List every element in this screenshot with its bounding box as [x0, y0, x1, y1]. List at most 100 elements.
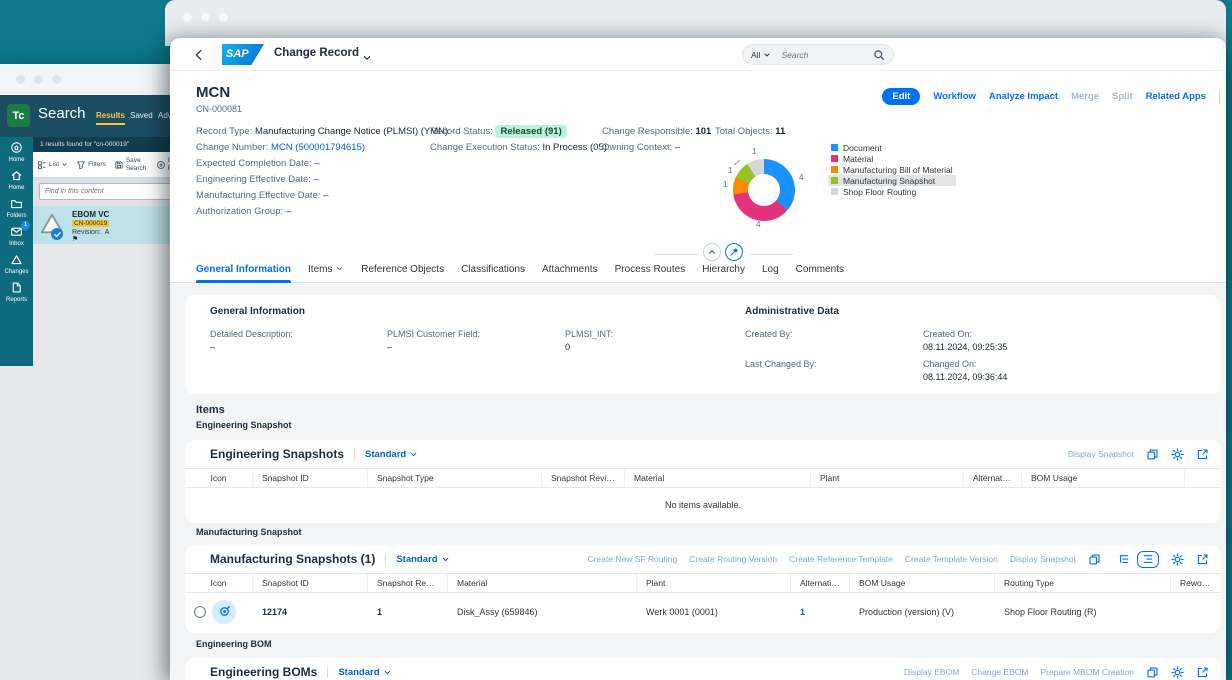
related-apps-button[interactable]: Related Apps	[1146, 91, 1206, 102]
copy-icon[interactable]	[1146, 666, 1159, 679]
col-alternative[interactable]: Alternative ...	[791, 574, 850, 592]
app-title-menu[interactable]: Change Record	[274, 47, 359, 59]
tab-comments[interactable]: Comments	[796, 258, 844, 283]
legend-item-document[interactable]: Document	[828, 142, 956, 153]
col-routing-type[interactable]: Routing Type	[995, 574, 1171, 592]
col-icon[interactable]: Icon	[185, 469, 253, 487]
export-icon[interactable]	[1196, 553, 1209, 566]
col-empty	[1185, 469, 1221, 487]
split-button[interactable]: Split	[1112, 91, 1133, 102]
field-created-on: Created On:08.11.2024, 09:25:35	[923, 329, 1007, 352]
change-ebom-button[interactable]: Change EBOM	[971, 667, 1028, 677]
tc-tab-saved[interactable]: Saved	[130, 111, 153, 120]
col-plant[interactable]: Plant	[637, 574, 791, 592]
create-routing-version-button[interactable]: Create Routing Version	[689, 554, 777, 564]
col-alternative[interactable]: Alternative ...	[964, 469, 1022, 487]
settings-gear-icon[interactable]	[1171, 666, 1184, 679]
facet-eng-effective: Engineering Effective Date: –	[196, 172, 448, 188]
col-snapshot-revision[interactable]: Snapshot Revision	[542, 469, 625, 487]
teamcenter-logo: Tc	[7, 104, 30, 127]
tc-filters-button[interactable]: Filters	[72, 152, 110, 177]
tc-search-header: Tc Search Results Saved Advanced	[0, 95, 178, 137]
analyze-impact-button[interactable]: Analyze Impact	[989, 91, 1058, 102]
tc-tab-results[interactable]: Results	[96, 111, 125, 125]
merge-button[interactable]: Merge	[1071, 91, 1099, 102]
col-material[interactable]: Material	[625, 469, 811, 487]
tab-attachments[interactable]: Attachments	[542, 258, 598, 283]
rail-item-folders[interactable]: Folders	[0, 193, 33, 221]
back-button[interactable]	[192, 46, 206, 64]
facet-column-4: Total Objects: 11	[715, 124, 785, 140]
tab-classifications[interactable]: Classifications	[461, 258, 525, 283]
workflow-button[interactable]: Workflow	[933, 91, 976, 102]
label-leader-line	[734, 160, 741, 166]
find-in-content-input[interactable]	[39, 183, 172, 200]
display-ebom-button[interactable]: Display EBOM	[904, 667, 959, 677]
rail-item-changes[interactable]: Changes	[0, 249, 33, 277]
create-new-sf-routing-button[interactable]: Create New SF Routing	[587, 554, 677, 564]
snapshot-icon	[212, 600, 236, 624]
ms-display-snapshot-button[interactable]: Display Snapshot	[1010, 554, 1076, 564]
col-snapshot-revision[interactable]: Snapshot Revision	[368, 574, 448, 592]
col-snapshot-id[interactable]: Snapshot ID	[253, 469, 368, 487]
col-icon[interactable]: Icon	[185, 574, 253, 592]
tab-items[interactable]: Items	[308, 258, 344, 283]
row-radio-button[interactable]	[194, 606, 206, 618]
create-reference-template-button[interactable]: Create Reference Template	[789, 554, 893, 564]
tc-view-selector[interactable]: List	[33, 152, 72, 177]
tab-log[interactable]: Log	[762, 258, 779, 283]
col-material[interactable]: Material	[448, 574, 637, 592]
legend-item-mfg-snapshot[interactable]: Manufacturing Snapshot	[828, 175, 956, 186]
rail-item-home[interactable]: Home	[0, 165, 33, 193]
facet-expected-completion: Expected Completion Date: –	[196, 156, 448, 172]
change-number-link[interactable]: MCN (500001794615)	[271, 142, 365, 153]
col-bom-usage[interactable]: BOM Usage	[1022, 469, 1185, 487]
rail-item-home-active[interactable]: Home	[0, 137, 33, 165]
cell-plant: Werk 0001 (0001)	[637, 607, 791, 617]
tab-reference-objects[interactable]: Reference Objects	[361, 258, 444, 283]
chevron-down-icon	[763, 51, 771, 59]
shell-search-input[interactable]	[781, 50, 873, 60]
copy-icon[interactable]	[1146, 448, 1159, 461]
tab-hierarchy[interactable]: Hierarchy	[702, 258, 745, 283]
col-bom-usage[interactable]: BOM Usage	[850, 574, 995, 592]
legend-item-mbom[interactable]: Manufacturing Bill of Material	[828, 164, 956, 175]
shell-search-bar[interactable]: All	[742, 44, 894, 65]
search-scope-selector[interactable]: All	[751, 50, 760, 60]
col-snapshot-type[interactable]: Snapshot Type	[368, 469, 542, 487]
flat-view-button[interactable]	[1137, 551, 1159, 568]
edit-button[interactable]: Edit	[882, 88, 920, 105]
settings-gear-icon[interactable]	[1171, 553, 1184, 566]
settings-gear-icon[interactable]	[1171, 448, 1184, 461]
tree-view-button[interactable]	[1113, 551, 1135, 568]
tab-process-routes[interactable]: Process Routes	[615, 258, 686, 283]
export-icon[interactable]	[1196, 666, 1209, 679]
ms-variant-selector[interactable]: Standard	[385, 554, 449, 565]
engineering-snapshots-table: Engineering Snapshots Standard Display S…	[185, 440, 1221, 523]
display-snapshot-button[interactable]: Display Snapshot	[1068, 449, 1134, 459]
legend-swatch	[831, 144, 838, 151]
legend-item-shop-floor-routing[interactable]: Shop Floor Routing	[828, 186, 956, 197]
legend-item-material[interactable]: Material	[828, 153, 956, 164]
col-rework-routing[interactable]: Rework Ro...	[1171, 574, 1221, 592]
col-snapshot-id[interactable]: Snapshot ID	[253, 574, 368, 592]
sap-logo[interactable]: SAP	[222, 44, 264, 65]
rail-item-inbox[interactable]: 1 Inbox	[0, 221, 33, 249]
create-template-version-button[interactable]: Create Template Version	[905, 554, 998, 564]
tc-result-item[interactable]: EBOM VC CN-000019 Revision: A ⚑	[33, 206, 178, 244]
rail-item-reports[interactable]: Reports	[0, 277, 33, 305]
row-selector-cell	[185, 600, 253, 624]
tc-save-search-button[interactable]: Save Search	[110, 152, 152, 177]
cell-alternative-link[interactable]: 1	[791, 607, 850, 617]
tc-filters-label: Filters	[88, 161, 106, 168]
search-icon[interactable]	[873, 49, 885, 61]
cell-snapshot-revision: 1	[368, 607, 448, 617]
table-row[interactable]: 12174 1 Disk_Assy (659846) Werk 0001 (00…	[185, 593, 1221, 630]
tab-general-information[interactable]: General Information	[196, 258, 291, 283]
prepare-mbom-creation-button[interactable]: Prepare MBOM Creation	[1040, 667, 1134, 677]
copy-icon[interactable]	[1088, 553, 1101, 566]
export-icon[interactable]	[1196, 448, 1209, 461]
col-plant[interactable]: Plant	[811, 469, 964, 487]
es-variant-selector[interactable]: Standard	[354, 449, 418, 460]
ebom-variant-selector[interactable]: Standard	[327, 667, 391, 678]
